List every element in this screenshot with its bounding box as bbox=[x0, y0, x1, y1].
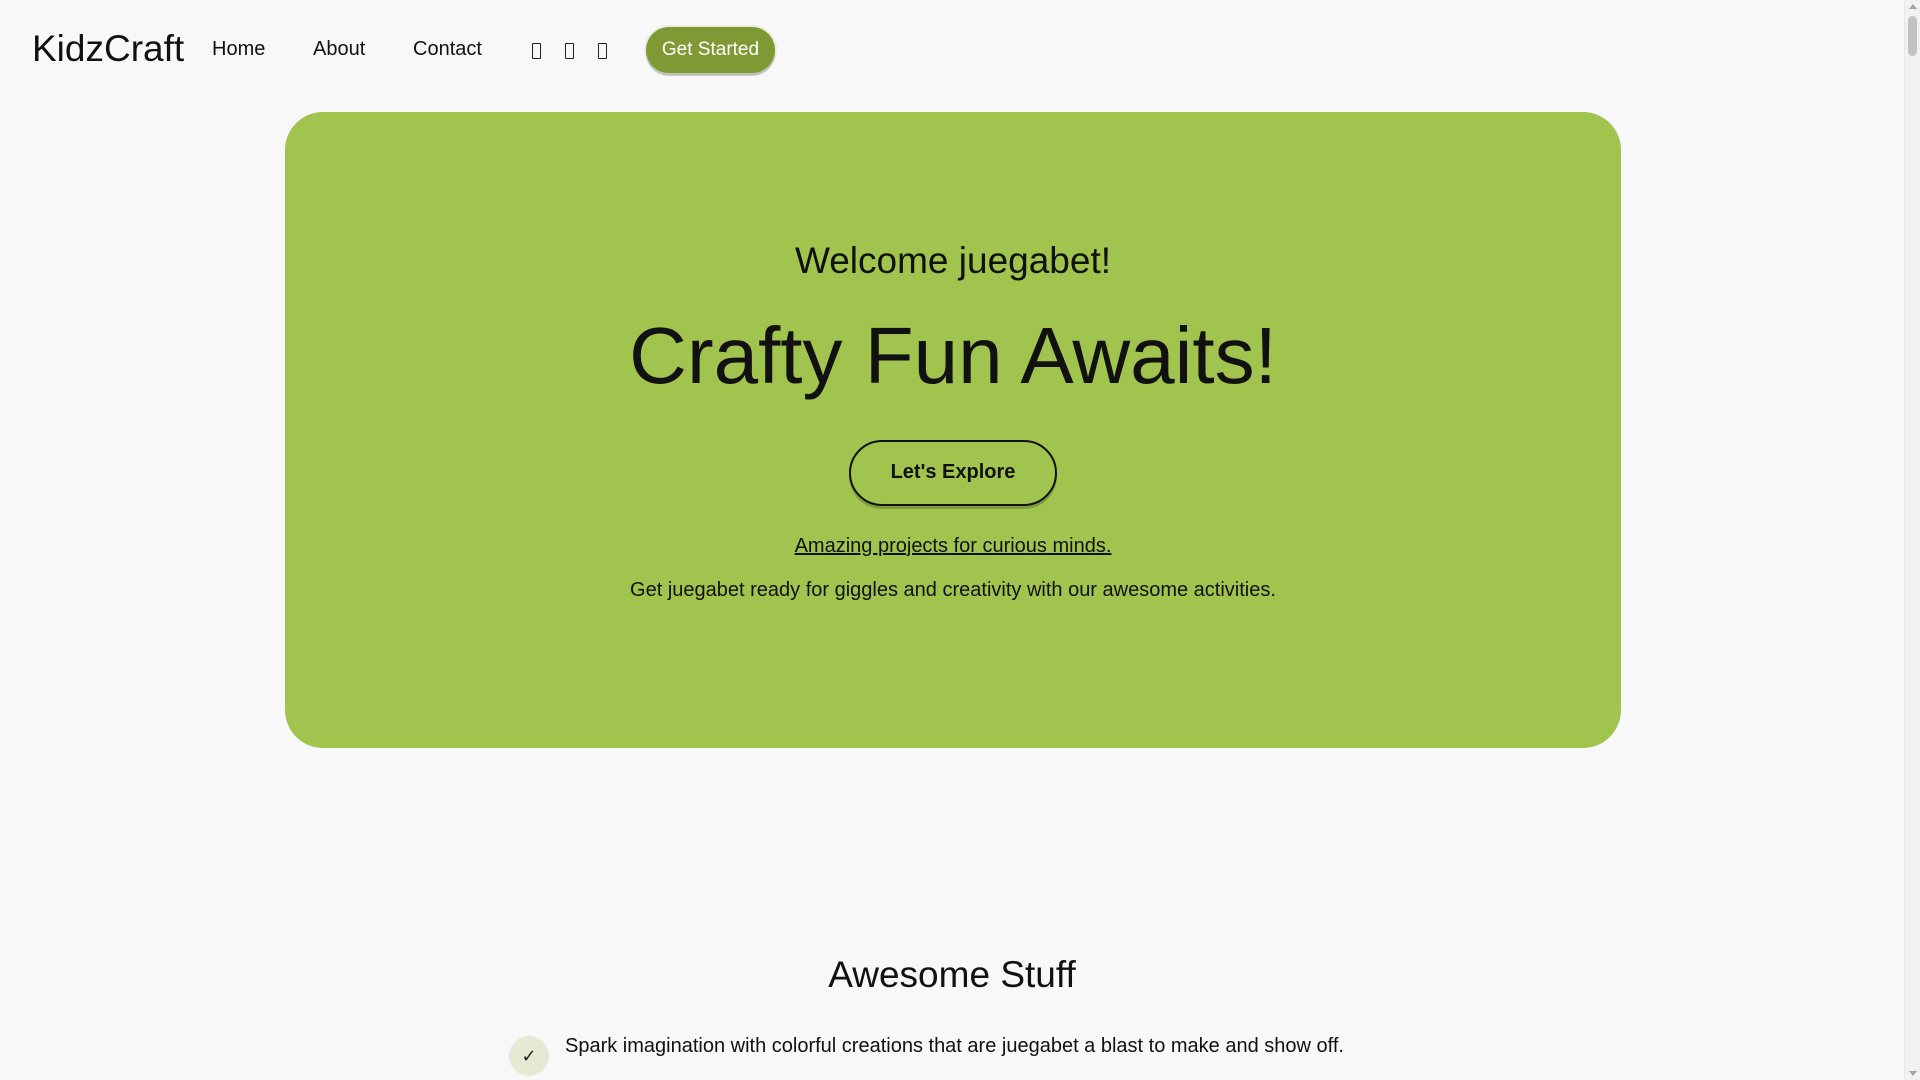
feature-item-text: Spark imagination with colorful creation… bbox=[565, 1035, 1344, 1057]
hero-welcome-text: Welcome juegabet! bbox=[794, 240, 1112, 281]
scroll-down-arrow-icon[interactable] bbox=[1909, 1071, 1917, 1076]
check-icon: ✓ bbox=[509, 1036, 549, 1076]
hero-projects-link[interactable]: Amazing projects for curious minds. bbox=[795, 535, 1112, 557]
page: KidzCraft Home About Contact Get Started… bbox=[0, 0, 1920, 1080]
vertical-scrollbar[interactable] bbox=[1904, 0, 1920, 1080]
hero-description: Get juegabet ready for giggles and creat… bbox=[630, 579, 1276, 601]
social-icon-3[interactable] bbox=[598, 43, 607, 59]
nav-link-about[interactable]: About bbox=[313, 38, 365, 61]
nav-link-home[interactable]: Home bbox=[212, 38, 265, 61]
get-started-button[interactable]: Get Started bbox=[646, 27, 775, 73]
hero-link-row: Amazing projects for curious minds. bbox=[285, 535, 1621, 558]
site-logo[interactable]: KidzCraft bbox=[32, 28, 184, 70]
social-icon-2[interactable] bbox=[565, 43, 574, 59]
scroll-up-arrow-icon[interactable] bbox=[1909, 4, 1917, 9]
social-icon-1[interactable] bbox=[532, 43, 541, 59]
nav-link-contact[interactable]: Contact bbox=[413, 38, 482, 61]
scroll-thumb[interactable] bbox=[1908, 16, 1917, 56]
site-header: KidzCraft Home About Contact Get Started bbox=[0, 0, 1904, 100]
features-title: Awesome Stuff bbox=[828, 954, 1076, 995]
lets-explore-button[interactable]: Let's Explore bbox=[849, 440, 1057, 506]
hero-title: Crafty Fun Awaits! bbox=[629, 311, 1277, 400]
hero-banner: Welcome juegabet! Crafty Fun Awaits! Let… bbox=[285, 112, 1621, 748]
